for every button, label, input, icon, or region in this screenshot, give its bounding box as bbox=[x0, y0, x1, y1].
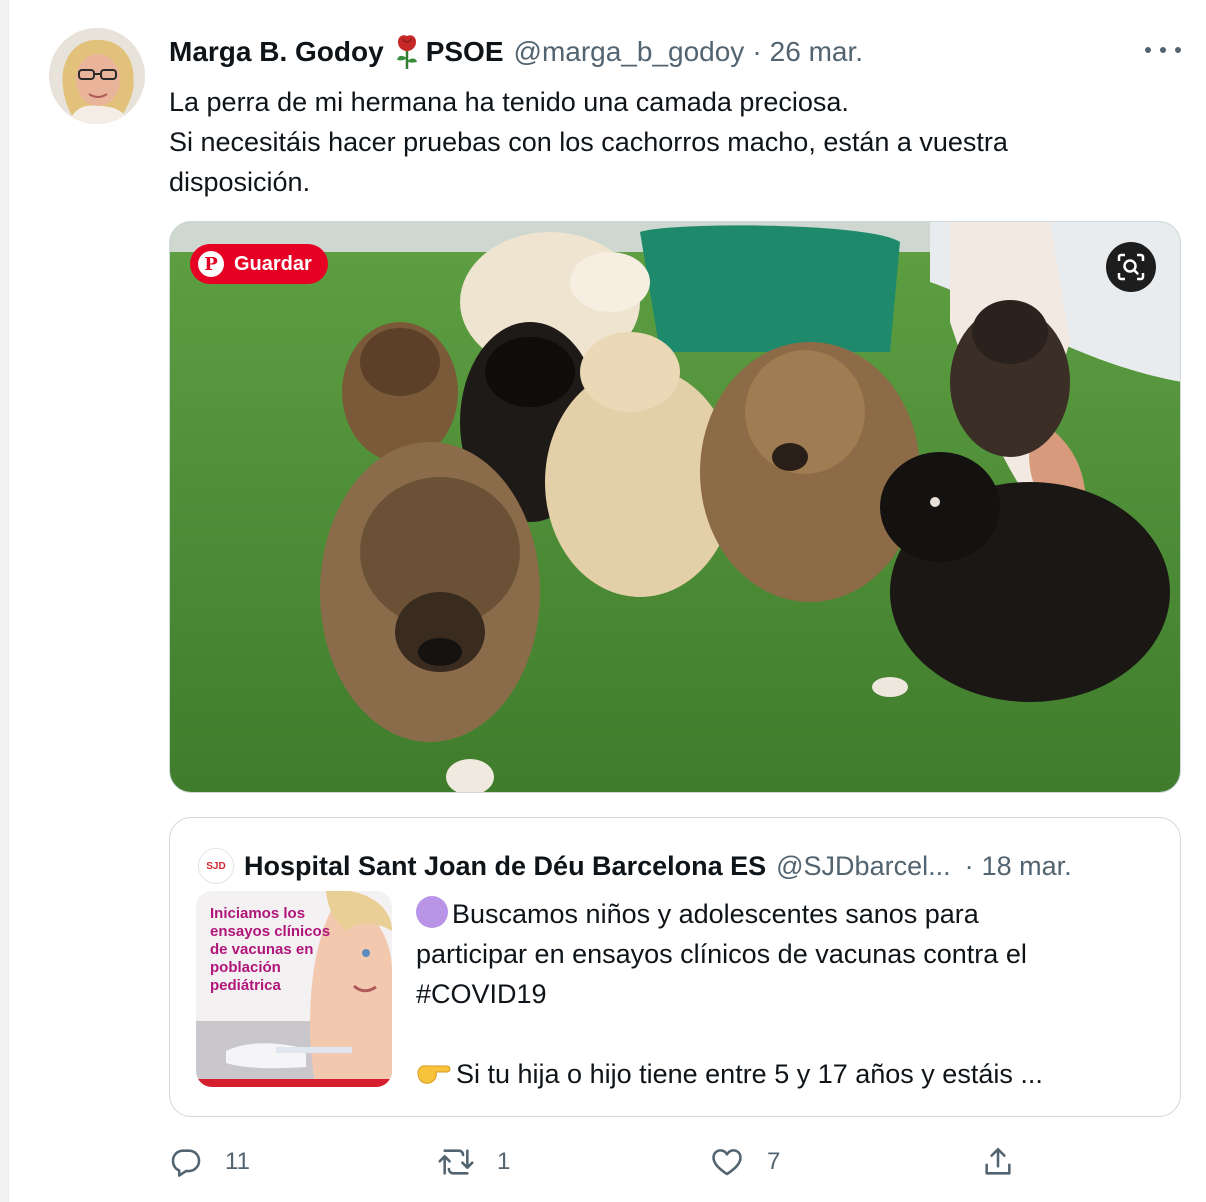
pointing-hand-icon bbox=[416, 1058, 452, 1098]
reply-button[interactable]: 11 bbox=[169, 1140, 250, 1184]
reply-count: 11 bbox=[225, 1148, 250, 1175]
pinterest-icon: P bbox=[198, 251, 224, 277]
heart-icon bbox=[712, 1149, 742, 1176]
tweet-actions: 11 1 7 bbox=[169, 1140, 1029, 1184]
author-handle[interactable]: @marga_b_godoy bbox=[514, 36, 745, 68]
tweet-photo[interactable]: P Guardar bbox=[169, 221, 1181, 793]
more-options-icon[interactable] bbox=[1145, 38, 1181, 62]
hospital-logo: SJD bbox=[198, 848, 234, 884]
tweet-text: La perra de mi hermana ha tenido una cam… bbox=[169, 82, 1169, 202]
retweet-icon bbox=[438, 1149, 474, 1175]
tweet-date[interactable]: 26 mar. bbox=[770, 36, 863, 68]
like-button[interactable]: 7 bbox=[709, 1140, 780, 1184]
author-name[interactable]: Marga B. Godoy bbox=[169, 36, 384, 68]
quoted-header-separator: · bbox=[964, 850, 974, 881]
quoted-text-line bbox=[416, 1014, 1156, 1054]
quoted-tweet-header: SJD Hospital Sant Joan de Déu Barcelona … bbox=[198, 848, 1072, 884]
header-separator: · bbox=[752, 36, 762, 67]
tweet-header: Marga B. Godoy PSOE @marga_b_godoy · 26 … bbox=[169, 32, 863, 72]
puppies-photo bbox=[170, 222, 1180, 792]
tweet-text-line: Si necesitáis hacer pruebas con los cach… bbox=[169, 127, 1008, 157]
purple-circle-icon bbox=[416, 896, 448, 928]
rose-icon bbox=[394, 34, 420, 70]
tweet-text-line: disposición. bbox=[169, 167, 311, 197]
quoted-text-line: Si tu hija o hijo tiene entre 5 y 17 año… bbox=[456, 1059, 1043, 1089]
thumbnail-caption: Iniciamos los ensayos clínicos de vacuna… bbox=[210, 905, 331, 994]
like-count: 7 bbox=[767, 1148, 781, 1175]
quoted-tweet[interactable]: SJD Hospital Sant Joan de Déu Barcelona … bbox=[169, 817, 1181, 1117]
quoted-text-line: Buscamos niños y adolescentes sanos para bbox=[452, 899, 979, 929]
quoted-tweet-thumbnail[interactable]: Iniciamos los ensayos clínicos de vacuna… bbox=[196, 891, 392, 1087]
share-button[interactable] bbox=[981, 1140, 1015, 1184]
quoted-author-handle[interactable]: @SJDbarcel... bbox=[776, 851, 950, 882]
pinterest-save-button[interactable]: P Guardar bbox=[190, 244, 328, 284]
hospital-logo-text: SJD bbox=[206, 860, 226, 872]
quoted-tweet-date[interactable]: 18 mar. bbox=[982, 851, 1072, 882]
quoted-author-name[interactable]: Hospital Sant Joan de Déu Barcelona ES bbox=[244, 851, 766, 882]
tweet-text-line: La perra de mi hermana ha tenido una cam… bbox=[169, 87, 849, 117]
author-avatar[interactable] bbox=[49, 28, 145, 124]
retweet-button[interactable]: 1 bbox=[437, 1140, 510, 1184]
visual-search-icon[interactable] bbox=[1106, 242, 1156, 292]
quoted-tweet-text: Buscamos niños y adolescentes sanos para… bbox=[416, 894, 1156, 1098]
quoted-text-line: #COVID19 bbox=[416, 979, 547, 1009]
retweet-count: 1 bbox=[497, 1148, 511, 1175]
save-label: Guardar bbox=[234, 252, 312, 275]
share-icon bbox=[985, 1147, 1011, 1175]
tweet-card: Marga B. Godoy PSOE @marga_b_godoy · 26 … bbox=[8, 0, 1206, 1202]
reply-icon bbox=[171, 1149, 201, 1177]
quoted-text-line: participar en ensayos clínicos de vacuna… bbox=[416, 939, 1027, 969]
author-affiliation: PSOE bbox=[425, 36, 504, 67]
